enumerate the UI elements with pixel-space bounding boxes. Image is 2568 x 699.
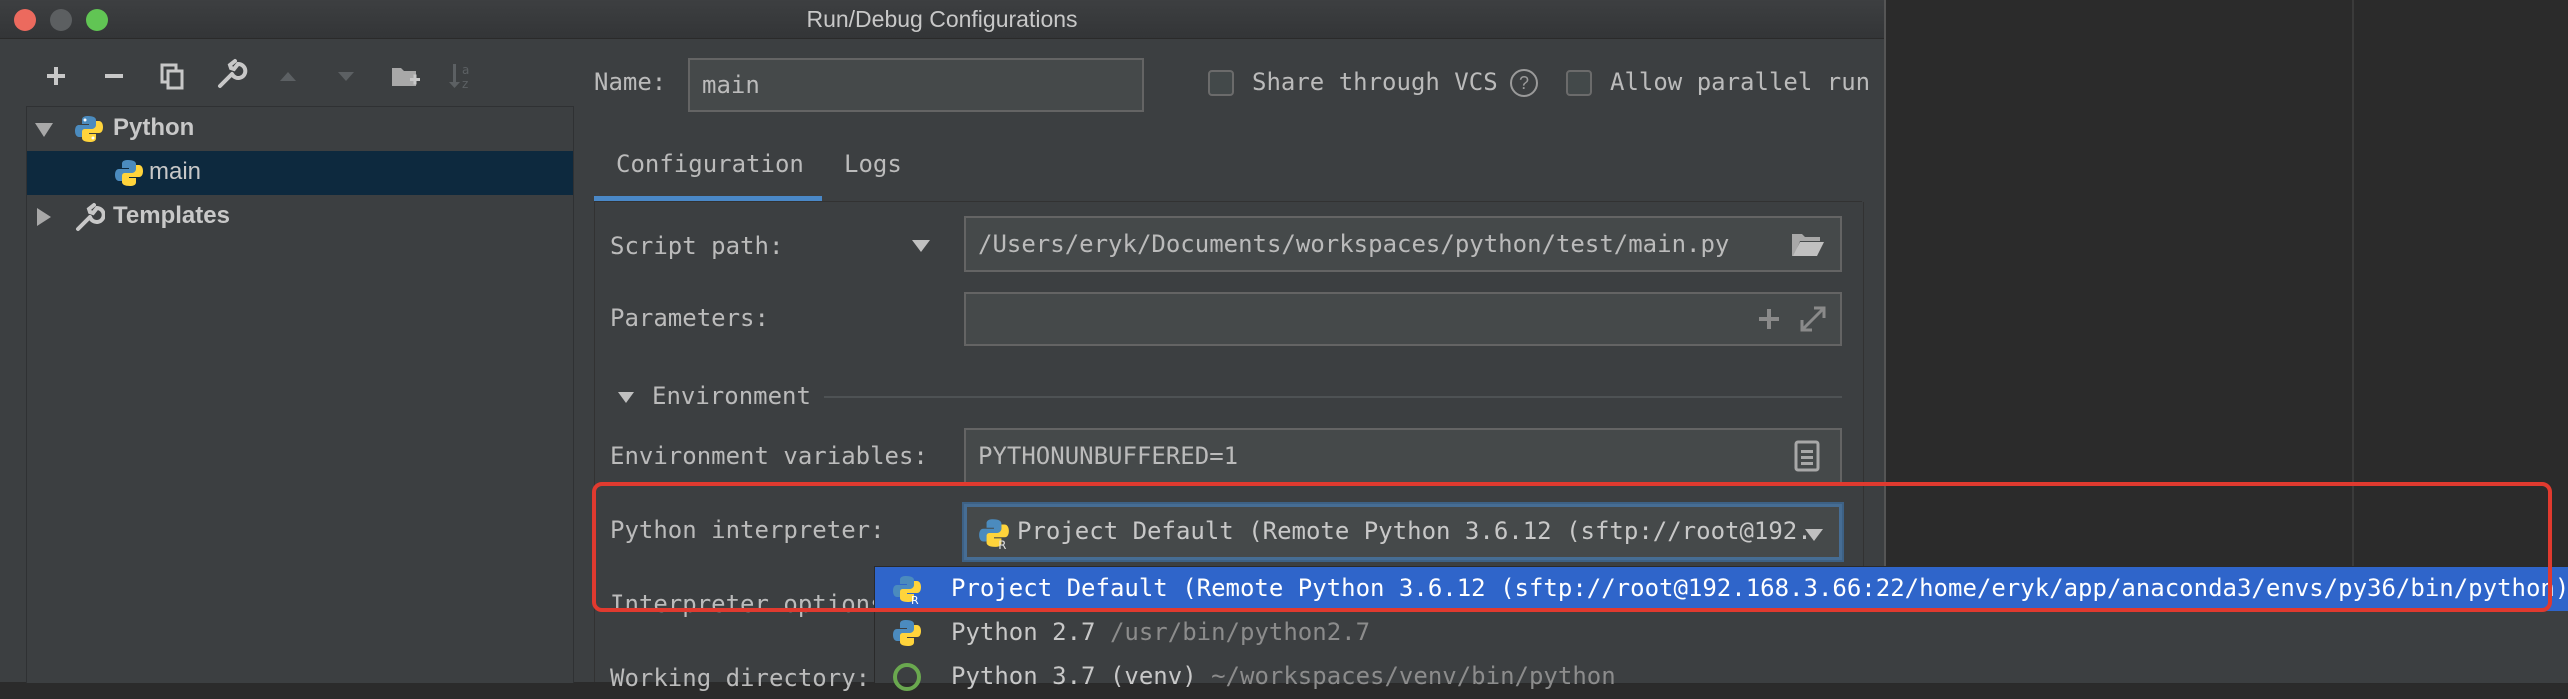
copy-icon: [160, 63, 184, 90]
expand-arrow-icon[interactable]: [35, 123, 53, 137]
env-vars-input[interactable]: PYTHONUNBUFFERED=1: [964, 428, 1842, 484]
option-path: ~/workspaces/venv/bin/python: [1211, 662, 1616, 690]
parameters-label: Parameters:: [610, 304, 769, 332]
configuration-tree: Python main Templates: [26, 106, 574, 683]
tree-item-main[interactable]: main: [27, 151, 573, 195]
window-title: Run/Debug Configurations: [806, 6, 1078, 32]
svg-text:R: R: [998, 538, 1006, 550]
svg-text:a: a: [462, 63, 469, 77]
interpreter-label: Python interpreter:: [610, 516, 885, 544]
allow-parallel-label: Allow parallel run: [1610, 68, 1871, 96]
plus-icon[interactable]: [1756, 306, 1782, 332]
edit-defaults-button[interactable]: [210, 56, 250, 96]
wrench-icon: [218, 59, 248, 88]
python-icon: [75, 116, 103, 142]
move-down-button[interactable]: [326, 56, 366, 96]
tree-item-python[interactable]: Python: [27, 107, 573, 151]
wrench-icon: [76, 203, 105, 231]
minus-icon: [105, 74, 123, 78]
tree-item-label: Python: [113, 114, 195, 141]
env-vars-label: Environment variables:: [610, 442, 928, 470]
svg-text:R: R: [911, 594, 919, 605]
script-path-input[interactable]: /Users/eryk/Documents/workspaces/python/…: [964, 216, 1842, 272]
share-vcs-checkbox[interactable]: [1208, 70, 1234, 96]
remove-configuration-button[interactable]: [94, 56, 134, 96]
interpreter-value: Project Default (Remote Python 3.6.12 (s…: [1017, 517, 1812, 545]
remote-python-icon: R: [979, 519, 1009, 550]
interpreter-dropdown-list: R Project Default (Remote Python 3.6.12 …: [874, 566, 2568, 691]
environment-separator: [824, 396, 1842, 398]
svg-text:z: z: [462, 77, 468, 91]
sort-button[interactable]: az: [442, 56, 482, 96]
script-type-dropdown-icon[interactable]: [912, 240, 930, 252]
tree-item-label: Templates: [113, 202, 230, 229]
interpreter-select[interactable]: R Project Default (Remote Python 3.6.12 …: [964, 504, 1842, 560]
option-label: Python 2.7: [951, 618, 1096, 646]
allow-parallel-checkbox[interactable]: [1566, 70, 1592, 96]
arrow-down-icon: [338, 72, 354, 81]
python-icon: [893, 620, 921, 646]
environment-section-title: Environment: [652, 382, 811, 410]
expand-icon[interactable]: [1798, 304, 1828, 334]
environment-collapse-icon[interactable]: [618, 392, 634, 403]
remote-python-icon: R: [893, 576, 921, 605]
title-bar: Run/Debug Configurations: [0, 0, 1884, 39]
env-vars-value: PYTHONUNBUFFERED=1: [978, 442, 1239, 470]
option-path: /usr/bin/python2.7: [1109, 618, 1371, 646]
chevron-down-icon: [1805, 529, 1823, 541]
document-list-icon[interactable]: [1794, 440, 1820, 472]
name-label: Name:: [594, 68, 667, 96]
add-configuration-button[interactable]: [36, 56, 76, 96]
collapse-arrow-icon[interactable]: [37, 208, 51, 226]
parameters-input[interactable]: [964, 292, 1842, 346]
interpreter-option-python37-venv[interactable]: Python 3.7 (venv) ~/workspaces/venv/bin/…: [875, 655, 2568, 699]
sort-alpha-icon: az: [449, 63, 469, 91]
move-up-button[interactable]: [268, 56, 308, 96]
help-icon[interactable]: ?: [1510, 69, 1538, 97]
interpreter-options-label: Interpreter options: [610, 590, 885, 618]
interpreter-option-python27[interactable]: Python 2.7 /usr/bin/python2.7: [875, 611, 2568, 655]
interpreter-option-project-default[interactable]: R Project Default (Remote Python 3.6.12 …: [875, 567, 2568, 611]
option-label: Python 3.7 (venv): [951, 662, 1197, 690]
option-label: Project Default (Remote Python 3.6.12 (s…: [951, 574, 2568, 602]
tree-item-templates[interactable]: Templates: [27, 195, 573, 239]
python-file-icon: [115, 160, 143, 186]
folder-add-icon: [392, 68, 420, 86]
venv-icon: [893, 663, 921, 691]
name-input[interactable]: main: [688, 58, 1144, 112]
tab-logs[interactable]: Logs: [844, 150, 902, 178]
tree-item-label: main: [149, 158, 202, 185]
script-path-label: Script path:: [610, 232, 784, 260]
tab-configuration[interactable]: Configuration: [616, 150, 804, 178]
script-path-value: /Users/eryk/Documents/workspaces/python/…: [978, 230, 1730, 258]
copy-configuration-button[interactable]: [152, 56, 192, 96]
share-vcs-label: Share through VCS: [1252, 68, 1498, 96]
working-directory-label: Working directory:: [610, 664, 871, 692]
plus-icon: [47, 67, 65, 85]
new-folder-button[interactable]: [384, 56, 424, 96]
folder-open-icon[interactable]: [1790, 230, 1824, 258]
arrow-up-icon: [280, 72, 296, 81]
